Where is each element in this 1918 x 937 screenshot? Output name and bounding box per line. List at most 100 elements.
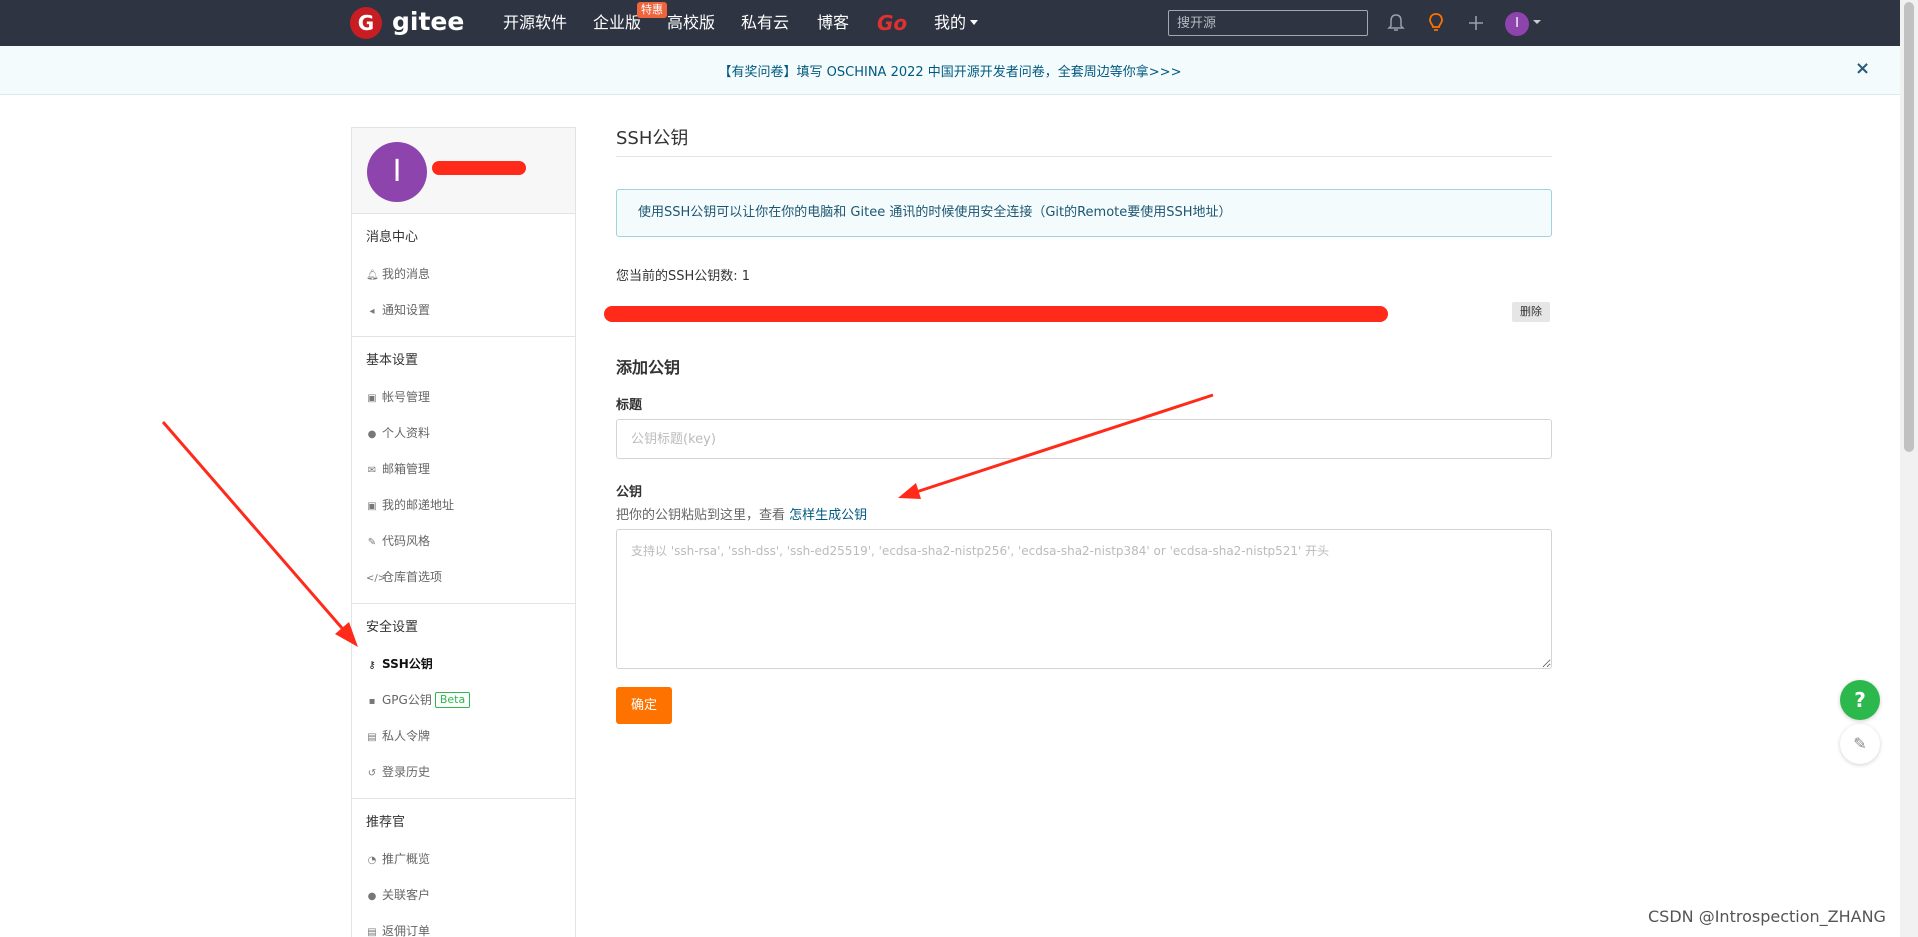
delete-button[interactable]: 删除 xyxy=(1512,302,1550,322)
top-nav: G gitee 开源软件 企业版 特惠 高校版 私有云 博客 Go 我的 I xyxy=(0,0,1900,46)
nav-link-mine[interactable]: 我的 xyxy=(934,12,979,34)
sidebar-item-label: 邮箱管理 xyxy=(382,462,431,476)
redaction-mark xyxy=(604,306,1388,322)
sidebar-item-my-messages[interactable]: 🔔︎ 我的消息 xyxy=(352,256,575,292)
sidebar-item-login-history[interactable]: ↺ 登录历史 xyxy=(352,754,575,790)
chevron-down-icon xyxy=(970,20,979,25)
sidebar-item-label: 通知设置 xyxy=(382,303,431,317)
sidebar-item-email[interactable]: ✉ 邮箱管理 xyxy=(352,451,575,487)
confirm-button[interactable]: 确定 xyxy=(616,687,673,724)
speaker-icon: ◂ xyxy=(369,306,375,317)
redaction-mark xyxy=(432,161,526,175)
main-content: SSH公钥 使用SSH公钥可以让你在你的电脑和 Gitee 通讯的时候使用安全连… xyxy=(604,127,1552,724)
annotation-arrow-left xyxy=(161,421,358,647)
sidebar-item-label: 私人令牌 xyxy=(382,729,431,743)
avatar[interactable]: I xyxy=(1505,12,1529,36)
sidebar-item-label: 登录历史 xyxy=(382,765,431,779)
sidebar-item-gpg-keys[interactable]: ▪ GPG公钥 Beta xyxy=(352,682,575,718)
sidebar-item-notification-settings[interactable]: ◂ 通知设置 xyxy=(352,292,575,328)
watermark: CSDN @Introspection_ZHANG xyxy=(1648,907,1886,926)
info-message: 使用SSH公钥可以让你在你的电脑和 Gitee 通讯的时候使用安全连接（Git的… xyxy=(616,189,1552,237)
promo-badge: 特惠 xyxy=(637,2,667,18)
sidebar-group-title: 基本设置 xyxy=(366,353,419,368)
sidebar-item-promotion-overview[interactable]: ◔ 推广概览 xyxy=(352,841,575,877)
announcement-banner: 【有奖问卷】填写 OSCHINA 2022 中国开源开发者问卷，全套周边等你拿>… xyxy=(0,46,1900,95)
gitee-logo[interactable]: G gitee xyxy=(350,7,500,39)
sidebar-item-commission-orders[interactable]: ▤ 返佣订单 xyxy=(352,913,575,937)
sidebar-item-label: 推广概览 xyxy=(382,852,431,866)
ssh-key-row: 删除 xyxy=(604,292,1552,332)
beta-badge: Beta xyxy=(434,692,471,708)
search-input[interactable] xyxy=(1168,10,1368,36)
scrollbar-thumb[interactable] xyxy=(1904,2,1914,452)
help-button[interactable]: ? xyxy=(1840,680,1880,720)
banner-link[interactable]: 【有奖问卷】填写 OSCHINA 2022 中国开源开发者问卷，全套周边等你拿>… xyxy=(0,61,1900,80)
nav-link-go[interactable]: Go xyxy=(877,12,907,34)
id-card-icon: ▣ xyxy=(367,393,377,404)
lock-icon: ▪ xyxy=(368,696,376,707)
user-icon: ● xyxy=(367,429,377,440)
avatar[interactable]: I xyxy=(367,142,427,202)
mail-icon: ✉ xyxy=(367,465,377,476)
key-hint-text: 把你的公钥粘贴到这里，查看 xyxy=(616,508,790,523)
page-title: SSH公钥 xyxy=(616,127,1552,157)
sidebar-item-ssh-keys[interactable]: ⚷ SSH公钥 xyxy=(352,646,575,682)
close-icon[interactable]: × xyxy=(1855,58,1870,79)
bell-icon[interactable] xyxy=(1385,12,1407,34)
sidebar-item-label: SSH公钥 xyxy=(382,657,433,671)
sidebar-item-profile[interactable]: ● 个人资料 xyxy=(352,415,575,451)
page: G gitee 开源软件 企业版 特惠 高校版 私有云 博客 Go 我的 I 【… xyxy=(0,0,1918,937)
title-label: 标题 xyxy=(616,398,643,413)
brush-icon: ✎ xyxy=(367,537,377,548)
bulb-icon[interactable] xyxy=(1425,12,1447,34)
sidebar-item-label: 我的邮递地址 xyxy=(382,498,455,512)
logo-text: gitee xyxy=(392,7,465,36)
public-key-textarea[interactable] xyxy=(616,529,1552,669)
key-title-input[interactable] xyxy=(616,419,1552,459)
sidebar-group-security: 安全设置 ⚷ SSH公钥 ▪ GPG公钥 Beta ▤ 私人令牌 ↺ 登录历史 xyxy=(352,604,575,799)
sidebar-item-address[interactable]: ▣ 我的邮递地址 xyxy=(352,487,575,523)
nav-link-education[interactable]: 高校版 xyxy=(667,12,715,34)
how-to-generate-key-link[interactable]: 怎样生成公钥 xyxy=(789,508,867,523)
nav-link-enterprise[interactable]: 企业版 xyxy=(593,12,641,34)
nav-link-mine-label: 我的 xyxy=(934,13,967,32)
logo-icon: G xyxy=(350,7,382,39)
sidebar-item-label: 代码风格 xyxy=(382,534,431,548)
sidebar-item-label: 个人资料 xyxy=(382,426,431,440)
user-link-icon: ● xyxy=(367,891,377,902)
key-label: 公钥 xyxy=(616,485,643,500)
sidebar-group-title: 推荐官 xyxy=(366,815,406,830)
bell-icon: 🔔︎ xyxy=(366,270,379,281)
sidebar-item-label: GPG公钥 xyxy=(382,693,432,707)
chevron-down-icon[interactable] xyxy=(1533,20,1541,24)
sidebar-group-title: 安全设置 xyxy=(366,620,419,635)
key-hint: 把你的公钥粘贴到这里，查看 怎样生成公钥 xyxy=(616,504,1552,523)
key-icon: ⚷ xyxy=(368,660,376,671)
token-icon: ▤ xyxy=(367,732,377,743)
sidebar-group-title: 消息中心 xyxy=(366,230,419,245)
sidebar-item-account[interactable]: ▣ 帐号管理 xyxy=(352,379,575,415)
nav-link-private-cloud[interactable]: 私有云 xyxy=(741,12,789,34)
code-icon: </> xyxy=(366,573,387,584)
chart-icon: ◔ xyxy=(367,855,377,866)
plus-icon[interactable] xyxy=(1465,12,1487,34)
feedback-edit-button[interactable]: ✎ xyxy=(1840,724,1880,764)
sidebar-item-code-style[interactable]: ✎ 代码风格 xyxy=(352,523,575,559)
sidebar-item-label: 帐号管理 xyxy=(382,390,431,404)
nav-link-blog[interactable]: 博客 xyxy=(817,12,849,34)
sidebar-item-label: 关联客户 xyxy=(382,888,431,902)
sidebar-profile: I xyxy=(352,128,575,214)
sidebar-item-tokens[interactable]: ▤ 私人令牌 xyxy=(352,718,575,754)
sidebar-item-linked-customers[interactable]: ● 关联客户 xyxy=(352,877,575,913)
sidebar-item-repo-preferences[interactable]: </>仓库首选项 xyxy=(352,559,575,595)
sidebar-group-messages: 消息中心 🔔︎ 我的消息 ◂ 通知设置 xyxy=(352,214,575,337)
add-key-heading: 添加公钥 xyxy=(616,358,681,377)
address-icon: ▣ xyxy=(367,501,377,512)
nav-link-open-source[interactable]: 开源软件 xyxy=(503,12,567,34)
ssh-key-count: 您当前的SSH公钥数: 1 xyxy=(616,269,751,284)
history-icon: ↺ xyxy=(367,768,377,779)
sidebar-item-label: 仓库首选项 xyxy=(382,570,443,584)
scrollbar[interactable] xyxy=(1900,0,1918,937)
settings-sidebar: I 消息中心 🔔︎ 我的消息 ◂ 通知设置 基本设置 ▣ 帐号管理 ● 个人资料 ✉ 邮箱… xyxy=(351,127,576,937)
order-icon: ▤ xyxy=(367,927,377,937)
